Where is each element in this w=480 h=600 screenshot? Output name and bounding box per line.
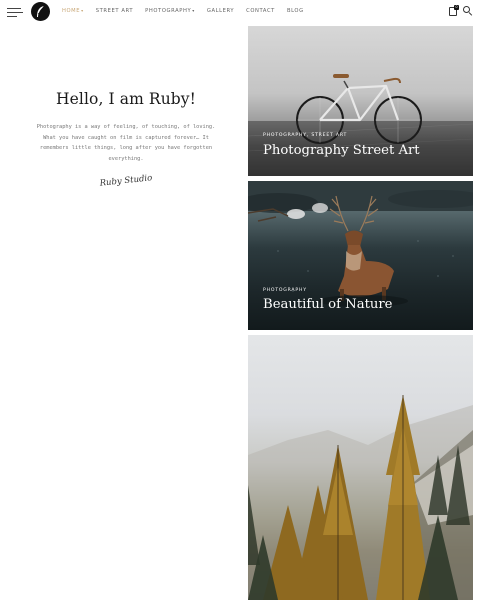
post-card-forest[interactable]: [248, 335, 473, 600]
main-nav: HOME▾ STREET ART PHOTOGRAPHY▾ GALLERY CO…: [62, 8, 316, 14]
nav-item-photography[interactable]: PHOTOGRAPHY▾: [145, 8, 195, 14]
intro-title: Hello, I am Ruby!: [56, 90, 196, 108]
nav-item-contact[interactable]: CONTACT: [246, 8, 275, 14]
shopping-bag-icon[interactable]: 0: [449, 5, 459, 16]
card-title[interactable]: Photography Street Art: [263, 143, 420, 158]
chevron-down-icon: ▾: [192, 8, 195, 13]
cart-count-badge: 0: [454, 5, 459, 10]
post-card-street-art[interactable]: PHOTOGRAPHY, STREET ART Photography Stre…: [248, 26, 473, 176]
nav-item-home[interactable]: HOME▾: [62, 8, 84, 14]
search-icon[interactable]: [463, 6, 473, 16]
card-title[interactable]: Beautiful of Nature: [263, 297, 392, 312]
intro-text: Photography is a way of feeling, of touc…: [36, 124, 216, 162]
forest-photo: [248, 395, 473, 600]
site-header: HOME▾ STREET ART PHOTOGRAPHY▾ GALLERY CO…: [0, 0, 480, 26]
nav-item-street-art[interactable]: STREET ART: [96, 8, 133, 14]
card-category[interactable]: PHOTOGRAPHY: [263, 288, 307, 293]
intro-section: Hello, I am Ruby! Photography is a way o…: [20, 90, 232, 190]
feather-logo-icon[interactable]: [31, 2, 50, 21]
card-category[interactable]: PHOTOGRAPHY, STREET ART: [263, 133, 347, 138]
nav-item-blog[interactable]: BLOG: [287, 8, 304, 14]
signature: Ruby Studio: [99, 173, 153, 190]
nav-item-gallery[interactable]: GALLERY: [207, 8, 234, 14]
post-card-nature[interactable]: PHOTOGRAPHY Beautiful of Nature: [248, 181, 473, 330]
chevron-down-icon: ▾: [81, 8, 84, 13]
hamburger-icon[interactable]: [7, 8, 23, 18]
